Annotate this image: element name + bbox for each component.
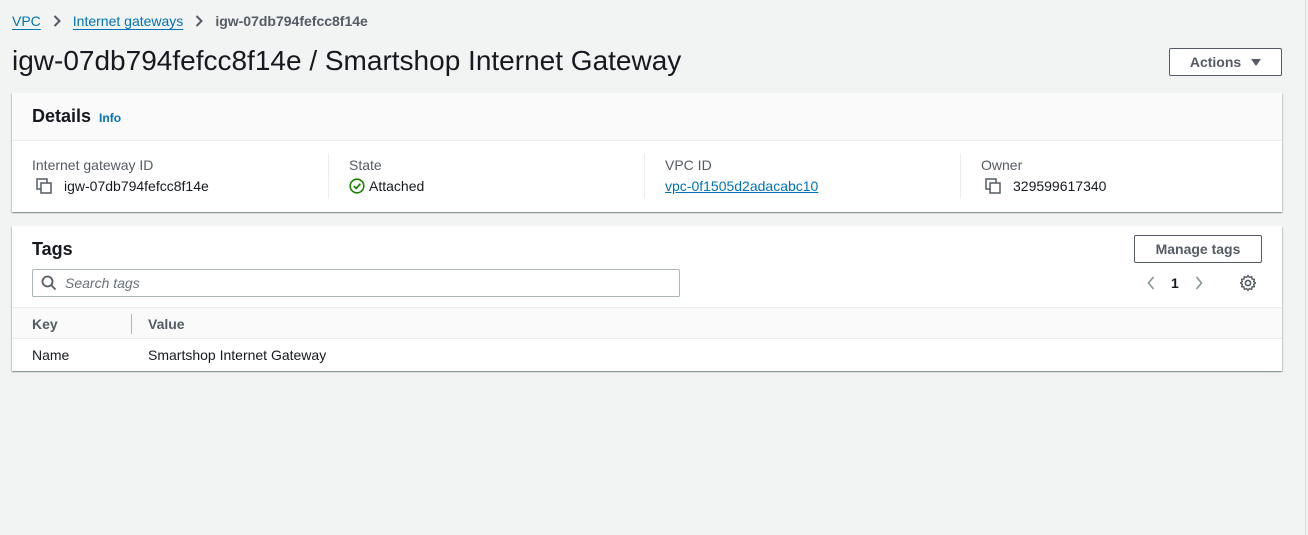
search-field	[32, 269, 680, 297]
chevron-right-icon	[195, 15, 204, 27]
breadcrumb-current: igw-07db794fefcc8f14e	[215, 13, 368, 29]
chevron-right-icon	[53, 15, 61, 27]
field-value: igw-07db794fefcc8f14e	[64, 178, 209, 194]
field-label: VPC ID	[665, 157, 712, 173]
caret-down-icon	[1251, 58, 1262, 66]
field-label: Internet gateway ID	[32, 157, 154, 173]
vpc-id-link[interactable]: vpc-0f1505d2adacabc10	[665, 178, 818, 194]
table-header: Key Value	[12, 307, 1282, 339]
breadcrumb-link-internet-gateways[interactable]: Internet gateways	[73, 13, 184, 29]
details-header: Details Info	[12, 93, 1282, 141]
actions-button[interactable]: Actions	[1169, 48, 1282, 76]
actions-button-label: Actions	[1189, 54, 1242, 70]
copy-icon[interactable]	[32, 178, 56, 194]
details-panel: Details Info Internet gateway ID igw-07d…	[12, 93, 1282, 212]
field-value-row: 329599617340	[981, 178, 1256, 194]
field-value-row: Attached	[349, 178, 624, 194]
field-value-row: vpc-0f1505d2adacabc10	[665, 178, 940, 194]
manage-tags-button[interactable]: Manage tags	[1134, 235, 1262, 263]
breadcrumb-link-vpc[interactable]: VPC	[12, 13, 41, 29]
table-cell-key: Name	[32, 347, 70, 363]
column-header-key[interactable]: Key	[32, 316, 58, 332]
scrollbar-edge	[1305, 0, 1306, 535]
info-link[interactable]: Info	[99, 111, 121, 125]
chevron-left-icon[interactable]	[1147, 276, 1155, 290]
search-icon	[41, 275, 57, 291]
field-label: State	[349, 157, 382, 173]
gear-icon[interactable]	[1239, 274, 1257, 297]
copy-icon[interactable]	[981, 178, 1005, 194]
page-title: igw-07db794fefcc8f14e / Smartshop Intern…	[12, 45, 682, 76]
table-cell-value: Smartshop Internet Gateway	[148, 347, 327, 363]
field-owner: Owner 329599617340	[960, 153, 1276, 199]
breadcrumb: VPC Internet gateways igw-07db794fefcc8f…	[12, 12, 368, 30]
tags-title: Tags	[32, 239, 73, 259]
field-label: Owner	[981, 157, 1023, 173]
field-state: State Attached	[328, 153, 644, 199]
details-title: Details	[32, 106, 92, 126]
details-fields: Internet gateway ID igw-07db794fefcc8f14…	[12, 141, 1282, 199]
column-divider[interactable]	[131, 314, 132, 334]
tags-panel: Tags Manage tags 1 Key Value Name Smarts…	[12, 226, 1282, 371]
success-check-icon	[349, 178, 365, 194]
field-internet-gateway-id: Internet gateway ID igw-07db794fefcc8f14…	[12, 153, 328, 199]
chevron-right-icon[interactable]	[1195, 276, 1203, 290]
pagination: 1	[1147, 275, 1203, 291]
page-number[interactable]: 1	[1171, 275, 1179, 291]
search-input[interactable]	[65, 275, 645, 291]
field-vpc-id: VPC ID vpc-0f1505d2adacabc10	[644, 153, 960, 199]
field-value-row: igw-07db794fefcc8f14e	[32, 178, 308, 194]
field-value: 329599617340	[1013, 178, 1107, 194]
column-header-value[interactable]: Value	[148, 316, 185, 332]
status-badge: Attached	[369, 178, 425, 194]
